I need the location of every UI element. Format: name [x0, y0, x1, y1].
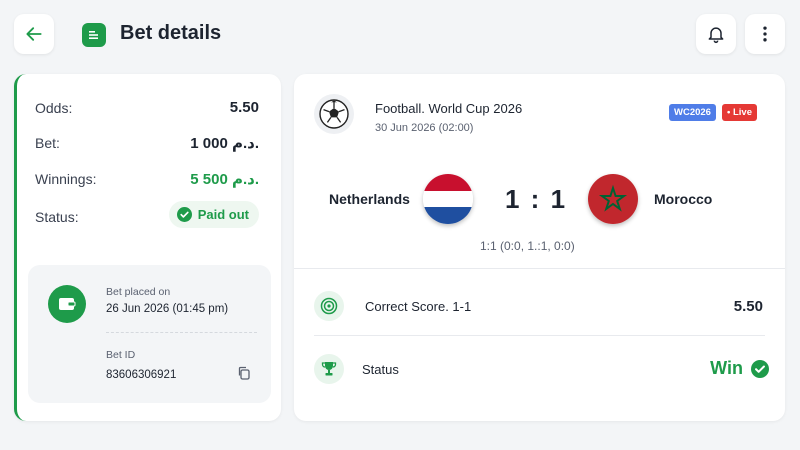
divider [106, 332, 257, 333]
match-card: Football. World Cup 2026 30 Jun 2026 (02… [294, 74, 785, 421]
home-team-name: Netherlands [329, 191, 410, 207]
trophy-icon [314, 354, 344, 384]
tournament-badge: WC2026 [669, 104, 716, 121]
divider [294, 268, 785, 269]
status-badge: Paid out [168, 201, 259, 228]
notifications-button[interactable] [696, 14, 736, 54]
bet-summary-card: Odds: 5.50 Bet: 1 000 د.م. Winnings: 5 5… [14, 74, 281, 421]
result-value: Win [710, 358, 743, 378]
league-name: Football. World Cup 2026 [375, 101, 523, 116]
status-row: Status: Paid out [35, 201, 259, 228]
check-circle-icon [751, 359, 769, 378]
copy-icon [238, 366, 250, 380]
more-options-button[interactable] [745, 14, 785, 54]
back-button[interactable] [14, 14, 54, 54]
match-date: 30 Jun 2026 (02:00) [375, 122, 474, 134]
netherlands-flag-icon [423, 174, 473, 224]
morocco-flag-icon [588, 174, 638, 224]
bet-label: Bet: [35, 135, 60, 151]
result-status-label: Status [362, 362, 399, 377]
match-score: 1 : 1 [505, 184, 568, 214]
arrow-left-icon [26, 27, 42, 41]
target-icon [314, 291, 344, 321]
divider [314, 335, 765, 336]
odds-value: 5.50 [229, 99, 259, 116]
wallet-icon [48, 285, 86, 323]
bet-info-box: Bet placed on 26 Jun 2026 (01:45 pm) Bet… [28, 265, 271, 403]
copy-button[interactable] [237, 366, 251, 385]
winnings-value: 5 500 د.م. [190, 171, 259, 188]
away-team-name: Morocco [654, 191, 713, 207]
result-badge: Win [710, 358, 769, 379]
bet-row: Bet: 1 000 د.م. [35, 134, 259, 152]
status-label: Status: [35, 208, 79, 225]
odds-row: Odds: 5.50 [35, 99, 259, 116]
more-vertical-icon [763, 26, 767, 42]
odds-label: Odds: [35, 99, 73, 116]
bet-id-label: Bet ID [106, 349, 136, 361]
page-title: Bet details [120, 22, 222, 44]
period-scores: 1:1 (0:0, 1.:1, 0:0) [480, 239, 575, 253]
bet-slip-icon [82, 23, 106, 47]
bet-placed-label: Bet placed on [106, 286, 171, 298]
winnings-label: Winnings: [35, 171, 97, 187]
bell-icon [708, 27, 724, 44]
bet-id-value: 83606306921 [106, 369, 177, 381]
selection-odds: 5.50 [733, 298, 763, 315]
live-badge: • Live [722, 104, 757, 121]
football-icon [314, 94, 354, 134]
check-circle-icon [176, 207, 192, 222]
selection-market: Correct Score. 1-1 [365, 299, 472, 314]
bet-value: 1 000 د.م. [190, 135, 259, 152]
status-value: Paid out [197, 207, 249, 222]
winnings-row: Winnings: 5 500 د.م. [35, 170, 259, 188]
bet-placed-value: 26 Jun 2026 (01:45 pm) [106, 303, 229, 315]
